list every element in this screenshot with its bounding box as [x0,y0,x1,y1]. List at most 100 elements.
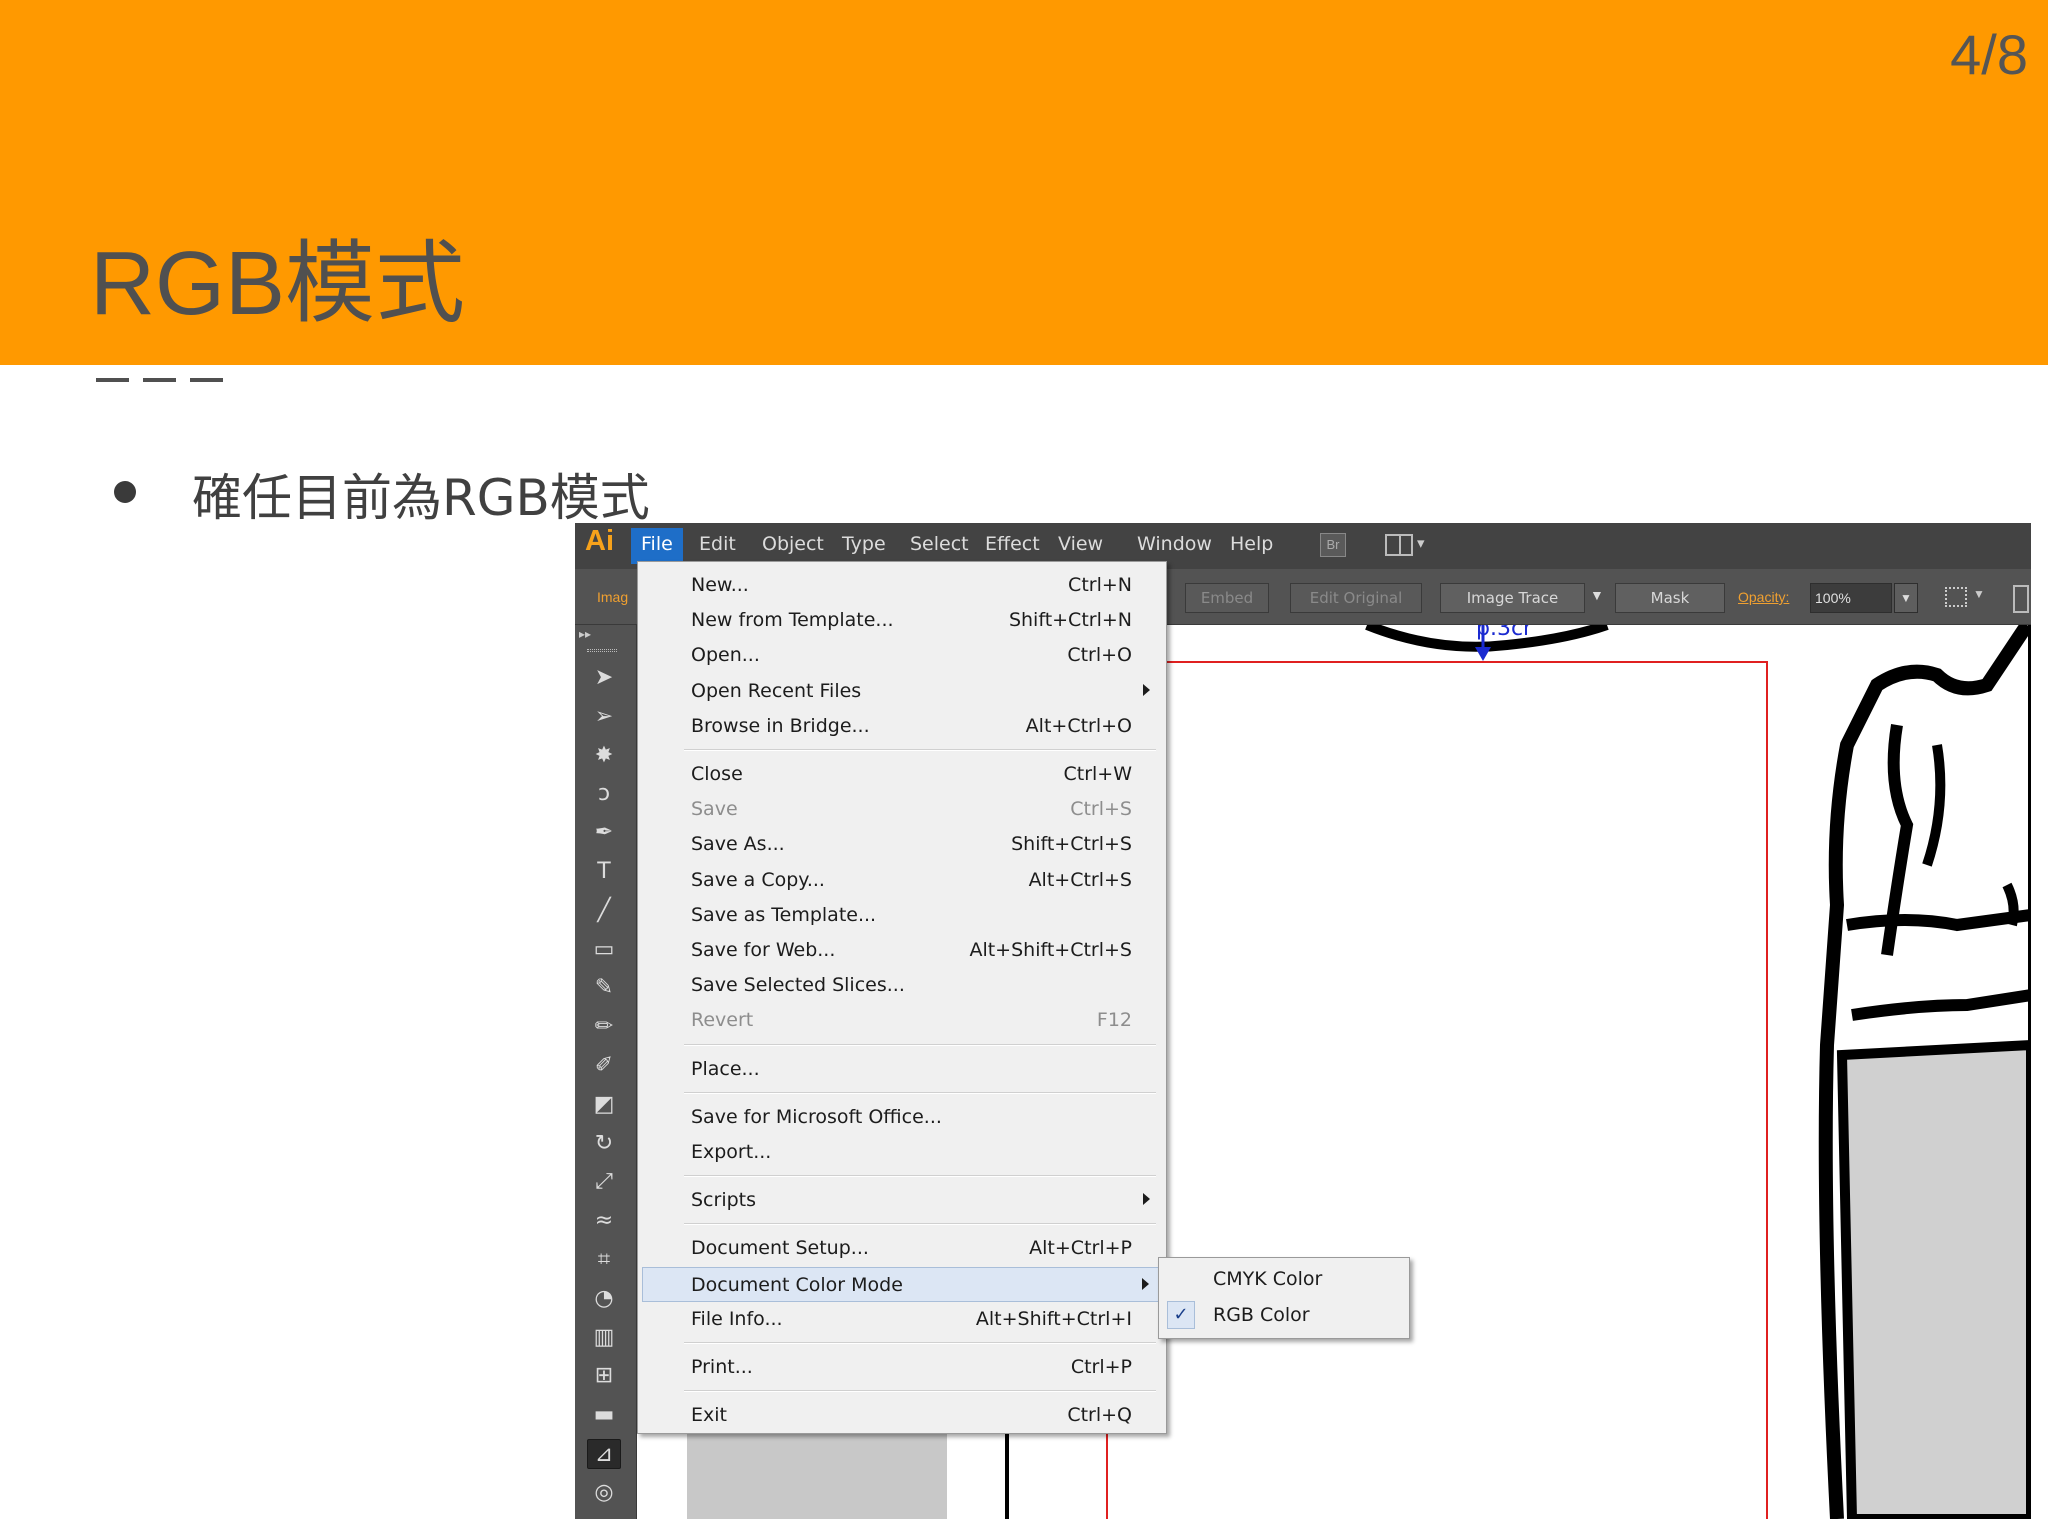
file-menu-item-print[interactable]: Print... Ctrl+P [638,1350,1166,1385]
edit-original-button[interactable]: Edit Original [1290,583,1422,613]
opacity-label[interactable]: Opacity: [1738,589,1789,605]
blend-tool-icon[interactable]: ◎ [587,1478,621,1508]
file-menu-item-new[interactable]: New... Ctrl+N [638,568,1166,603]
pencil-tool-icon[interactable]: ✏ [587,1012,621,1042]
chevron-down-icon[interactable]: ▼ [1973,587,1985,601]
file-menu-item-save-a-copy[interactable]: Save a Copy... Alt+Ctrl+S [638,863,1166,898]
collapse-icon[interactable]: ▸▸ [579,627,591,641]
file-menu-item-exit[interactable]: Exit Ctrl+Q [638,1398,1166,1433]
partial-label: p.3cr [1476,625,1533,641]
menu-item-label: Place... [691,1057,760,1080]
menu-item-shortcut: Ctrl+O [1067,644,1132,667]
file-menu-item-open[interactable]: Open... Ctrl+O [638,638,1166,673]
file-menu-item-place[interactable]: Place... [638,1052,1166,1087]
file-menu-item-revert[interactable]: Revert F12 [638,1003,1166,1038]
magic-wand-tool-icon[interactable]: ✸ [587,741,621,771]
graph-tool-icon[interactable]: ▥ [587,1323,621,1353]
menu-item-label: RGB Color [1213,1304,1310,1326]
embed-button[interactable]: Embed [1185,583,1269,613]
file-menu-item-browse-in-bridge[interactable]: Browse in Bridge... Alt+Ctrl+O [638,709,1166,744]
file-menu-item-save-selected-slices[interactable]: Save Selected Slices... [638,968,1166,1003]
menu-item-shortcut: Alt+Shift+Ctrl+S [969,939,1132,961]
menu-item-label: Browse in Bridge... [691,714,870,737]
file-menu-item-new-from-template[interactable]: New from Template... Shift+Ctrl+N [638,603,1166,638]
menu-item-shortcut: Alt+Ctrl+O [1025,714,1132,737]
app-logo: Ai [585,525,614,557]
menu-item-shortcut: Shift+Ctrl+N [1008,609,1132,632]
menu-help[interactable]: Help [1230,533,1273,555]
opacity-field[interactable]: 100% [1810,583,1892,613]
type-tool-icon[interactable]: T [587,857,621,887]
menu-edit[interactable]: Edit [699,533,736,555]
eraser-tool-icon[interactable]: ◩ [587,1090,621,1120]
file-menu-item-close[interactable]: Close Ctrl+W [638,757,1166,792]
menu-select[interactable]: Select [910,533,969,555]
line-tool-icon[interactable]: ╱ [587,896,621,926]
file-menu-item-export[interactable]: Export... [638,1135,1166,1170]
pen-tool-icon[interactable]: ✒ [587,818,621,848]
submenu-arrow-icon [1143,683,1150,696]
file-menu-item-file-info[interactable]: File Info... Alt+Shift+Ctrl+I [638,1302,1166,1337]
menu-item-shortcut: Ctrl+W [1063,763,1132,785]
menu-object[interactable]: Object [762,533,824,555]
rotate-tool-icon[interactable]: ↻ [587,1129,621,1159]
file-menu: New... Ctrl+N New from Template... Shift+Ct… [637,561,1167,1434]
select-similar-icon[interactable] [1945,587,1967,607]
menu-file[interactable]: File [631,528,683,564]
menu-type[interactable]: Type [842,533,886,555]
color-mode-rgb-color[interactable]: ✓ RGB Color [1159,1298,1409,1334]
free-transform-tool-icon[interactable]: ⌗ [587,1245,621,1275]
decorative-dash [96,378,129,382]
file-menu-item-document-color-mode[interactable]: Document Color Mode [642,1266,1162,1302]
file-menu-item-save-as-template[interactable]: Save as Template... [638,898,1166,933]
menu-item-label: Save a Copy... [691,868,825,891]
file-menu-item-save-as[interactable]: Save As... Shift+Ctrl+S [638,827,1166,862]
file-menu-item-open-recent-files[interactable]: Open Recent Files [638,674,1166,709]
blob-brush-tool-icon[interactable]: ✐ [587,1051,621,1081]
eyedropper-tool-icon[interactable]: ⊿ [587,1439,621,1469]
shape-builder-tool-icon[interactable]: ◔ [587,1284,621,1314]
menu-item-shortcut: Ctrl+N [1068,574,1132,596]
workspace-switcher[interactable]: ▾ [1385,532,1435,558]
file-menu-item-document-setup[interactable]: Document Setup... Alt+Ctrl+P [638,1231,1166,1266]
rectangle-tool-icon[interactable]: ▭ [587,935,621,965]
selection-tool-icon[interactable]: ➤ [587,663,621,693]
menu-window[interactable]: Window [1137,533,1212,555]
menu-separator [684,1043,1156,1046]
menu-item-label: Save for Web... [691,939,836,961]
menu-item-label: Save As... [691,833,785,856]
menu-item-shortcut: Alt+Ctrl+S [1028,868,1132,891]
gradient-tool-icon[interactable]: ▬ [587,1400,621,1430]
file-menu-item-save[interactable]: Save Ctrl+S [638,792,1166,827]
menu-item-label: Exit [691,1404,727,1427]
menu-view[interactable]: View [1058,533,1103,555]
menu-item-label: Save Selected Slices... [691,974,905,997]
paintbrush-tool-icon[interactable]: ✎ [587,973,621,1003]
menu-item-shortcut: Ctrl+Q [1067,1404,1132,1427]
warp-tool-icon[interactable]: ≈ [587,1206,621,1236]
menu-item-label: Save for Microsoft Office... [691,1105,942,1128]
file-menu-item-scripts[interactable]: Scripts [638,1183,1166,1218]
bullet-text: 確任目前為RGB模式 [192,469,650,527]
file-menu-item-save-for-web[interactable]: Save for Web... Alt+Shift+Ctrl+S [638,933,1166,968]
menu-item-label: Open Recent Files [691,679,862,702]
menu-item-label: Save as Template... [691,903,877,926]
file-menu-item-save-for-microsoft-office[interactable]: Save for Microsoft Office... [638,1100,1166,1135]
menu-effect[interactable]: Effect [985,533,1040,555]
lasso-tool-icon[interactable]: ↄ [587,779,621,809]
scale-tool-icon[interactable]: ⤢ [587,1167,621,1197]
panel-grid-icon[interactable] [2013,585,2029,613]
panel-grip[interactable] [587,649,617,652]
menu-item-label: New... [691,574,749,596]
mesh-tool-icon[interactable]: ⊞ [587,1361,621,1391]
opacity-dropdown-icon[interactable]: ▼ [1894,583,1918,613]
color-mode-cmyk-color[interactable]: CMYK Color [1159,1262,1409,1298]
direct-selection-tool-icon[interactable]: ➢ [587,702,621,732]
image-trace-button[interactable]: Image Trace [1440,583,1585,613]
mask-button[interactable]: Mask [1615,583,1725,613]
bridge-button[interactable]: Br [1320,533,1346,557]
menu-item-shortcut: Alt+Ctrl+P [1029,1237,1132,1260]
menu-separator [684,1223,1156,1226]
image-trace-dropdown-icon[interactable]: ▼ [1590,587,1604,603]
submenu-arrow-icon [1142,1277,1149,1290]
